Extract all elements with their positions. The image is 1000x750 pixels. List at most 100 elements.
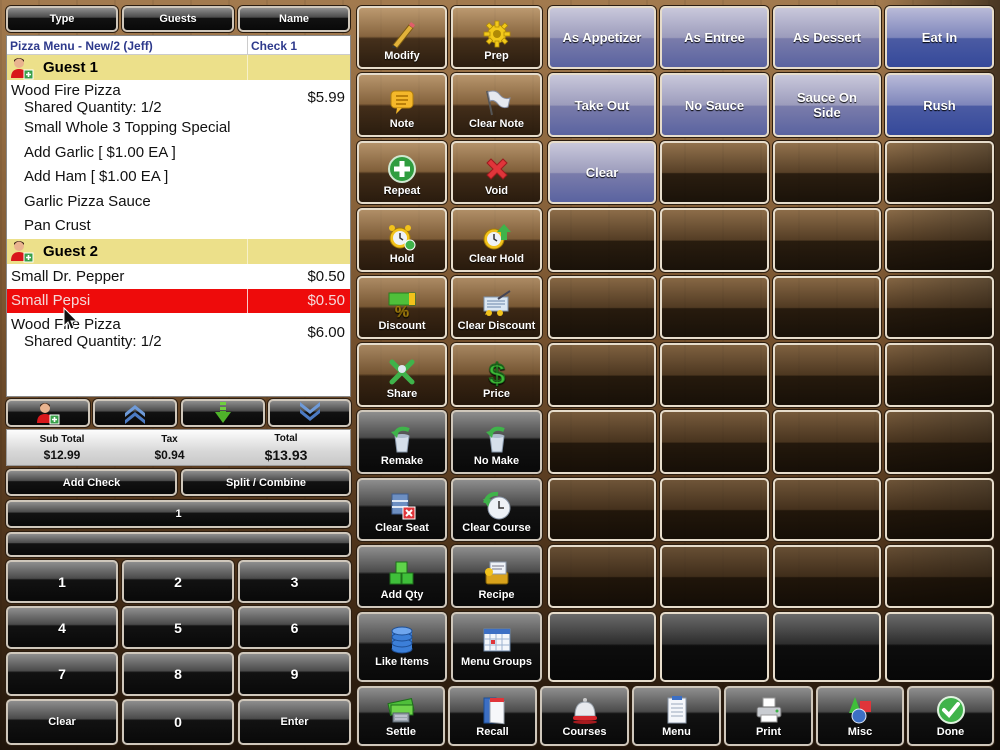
like-items-button[interactable]: Like Items xyxy=(357,612,447,682)
modifier-empty-slot[interactable] xyxy=(548,410,656,474)
modifier-empty-slot[interactable] xyxy=(773,478,881,541)
guests-tab[interactable]: Guests xyxy=(122,6,234,32)
void-button[interactable]: Void xyxy=(451,141,542,204)
discount-button[interactable]: % Discount xyxy=(357,276,447,339)
modifier-as-appetizer-button[interactable]: As Appetizer xyxy=(548,6,656,69)
modifier-empty-slot[interactable] xyxy=(885,343,994,407)
order-item[interactable]: Small Dr. Pepper $0.50 xyxy=(7,264,350,289)
modifier-empty-slot[interactable] xyxy=(660,478,769,541)
modifier-empty-slot[interactable] xyxy=(773,612,881,682)
repeat-button[interactable]: Repeat xyxy=(357,141,447,204)
clear-course-button[interactable]: Clear Course xyxy=(451,478,542,541)
item-modifier[interactable]: Small Whole 3 Topping Special xyxy=(7,116,247,141)
guest-row[interactable]: Guest 2 xyxy=(7,238,350,264)
keypad-clear-button[interactable]: Clear xyxy=(6,699,118,745)
modifier-rush-button[interactable]: Rush xyxy=(885,73,994,137)
order-item[interactable]: Wood Fire Pizza Shared Quantity: 1/2 $5.… xyxy=(7,80,350,116)
page-up-button[interactable] xyxy=(93,399,177,427)
item-modifier[interactable]: Add Ham [ $1.00 EA ] xyxy=(7,165,247,190)
keypad-3-button[interactable]: 3 xyxy=(238,560,351,603)
quantity-display[interactable]: 1 xyxy=(6,500,351,528)
keypad-8-button[interactable]: 8 xyxy=(122,652,234,696)
modifier-empty-slot[interactable] xyxy=(660,343,769,407)
modifier-take-out-button[interactable]: Take Out xyxy=(548,73,656,137)
modifier-as-dessert-button[interactable]: As Dessert xyxy=(773,6,881,69)
modifier-empty-slot[interactable] xyxy=(660,208,769,272)
modifier-empty-slot[interactable] xyxy=(548,276,656,339)
modifier-eat-in-button[interactable]: Eat In xyxy=(885,6,994,69)
remake-button[interactable]: Remake xyxy=(357,410,447,474)
modifier-empty-slot[interactable] xyxy=(773,208,881,272)
clear-note-button[interactable]: Clear Note xyxy=(451,73,542,137)
keypad-2-button[interactable]: 2 xyxy=(122,560,234,603)
keypad-5-button[interactable]: 5 xyxy=(122,606,234,649)
modifier-empty-slot[interactable] xyxy=(548,478,656,541)
clear-hold-button[interactable]: Clear Hold xyxy=(451,208,542,272)
modifier-empty-slot[interactable] xyxy=(885,545,994,608)
menu-button[interactable]: Menu xyxy=(632,686,721,746)
modifier-empty-slot[interactable] xyxy=(660,410,769,474)
add-guest-button[interactable] xyxy=(6,399,90,427)
modifier-empty-slot[interactable] xyxy=(660,141,769,204)
page-down-button[interactable] xyxy=(268,399,351,427)
modifier-empty-slot[interactable] xyxy=(885,141,994,204)
share-button[interactable]: Share xyxy=(357,343,447,407)
keypad-7-button[interactable]: 7 xyxy=(6,652,118,696)
modifier-empty-slot[interactable] xyxy=(885,276,994,339)
recipe-button[interactable]: Recipe xyxy=(451,545,542,608)
item-modifier[interactable]: Add Garlic [ $1.00 EA ] xyxy=(7,141,247,166)
modify-button[interactable]: Modify xyxy=(357,6,447,69)
type-tab[interactable]: Type xyxy=(6,6,118,32)
done-button[interactable]: Done xyxy=(907,686,994,746)
modifier-empty-slot[interactable] xyxy=(885,478,994,541)
print-button[interactable]: Print xyxy=(724,686,813,746)
recall-button[interactable]: Recall xyxy=(448,686,537,746)
add-check-button[interactable]: Add Check xyxy=(6,469,177,496)
item-modifier[interactable]: Garlic Pizza Sauce xyxy=(7,190,247,215)
modifier-empty-slot[interactable] xyxy=(885,208,994,272)
hold-button[interactable]: Hold xyxy=(357,208,447,272)
modifier-empty-slot[interactable] xyxy=(660,276,769,339)
item-modifier[interactable]: Pan Crust xyxy=(7,214,247,239)
keypad-1-button[interactable]: 1 xyxy=(6,560,118,603)
misc-button[interactable]: Misc xyxy=(816,686,904,746)
clear-seat-button[interactable]: Clear Seat xyxy=(357,478,447,541)
modifier-empty-slot[interactable] xyxy=(885,612,994,682)
keypad-6-button[interactable]: 6 xyxy=(238,606,351,649)
modifier-empty-slot[interactable] xyxy=(885,410,994,474)
note-button[interactable]: Note xyxy=(357,73,447,137)
modifier-empty-slot[interactable] xyxy=(660,612,769,682)
name-tab[interactable]: Name xyxy=(238,6,350,32)
courses-button[interactable]: Courses xyxy=(540,686,629,746)
modifier-empty-slot[interactable] xyxy=(548,612,656,682)
modifier-empty-slot[interactable] xyxy=(773,545,881,608)
modifier-sauce-on-side-button[interactable]: Sauce On Side xyxy=(773,73,881,137)
keypad-9-button[interactable]: 9 xyxy=(238,652,351,696)
order-item[interactable]: Wood Fire Pizza Shared Quantity: 1/2 $6.… xyxy=(7,313,350,353)
modifier-empty-slot[interactable] xyxy=(548,545,656,608)
modifier-empty-slot[interactable] xyxy=(773,343,881,407)
modifier-clear-button[interactable]: Clear xyxy=(548,141,656,204)
modifier-empty-slot[interactable] xyxy=(548,208,656,272)
modifier-no-sauce-button[interactable]: No Sauce xyxy=(660,73,769,137)
keypad-4-button[interactable]: 4 xyxy=(6,606,118,649)
modifier-as-entree-button[interactable]: As Entree xyxy=(660,6,769,69)
split-combine-button[interactable]: Split / Combine xyxy=(181,469,351,496)
entry-display[interactable] xyxy=(6,532,351,557)
modifier-empty-slot[interactable] xyxy=(773,141,881,204)
menu-groups-button[interactable]: Menu Groups xyxy=(451,612,542,682)
clear-discount-button[interactable]: Clear Discount xyxy=(451,276,542,339)
price-button[interactable]: $ Price xyxy=(451,343,542,407)
modifier-empty-slot[interactable] xyxy=(773,276,881,339)
keypad-enter-button[interactable]: Enter xyxy=(238,699,351,745)
modifier-empty-slot[interactable] xyxy=(773,410,881,474)
move-down-button[interactable] xyxy=(181,399,265,427)
order-item-selected[interactable]: Small Pepsi $0.50 xyxy=(7,288,350,313)
settle-button[interactable]: Settle xyxy=(357,686,445,746)
modifier-empty-slot[interactable] xyxy=(548,343,656,407)
guest-row[interactable]: Guest 1 xyxy=(7,55,350,80)
prep-button[interactable]: Prep xyxy=(451,6,542,69)
add-qty-button[interactable]: Add Qty xyxy=(357,545,447,608)
no-make-button[interactable]: No Make xyxy=(451,410,542,474)
modifier-empty-slot[interactable] xyxy=(660,545,769,608)
